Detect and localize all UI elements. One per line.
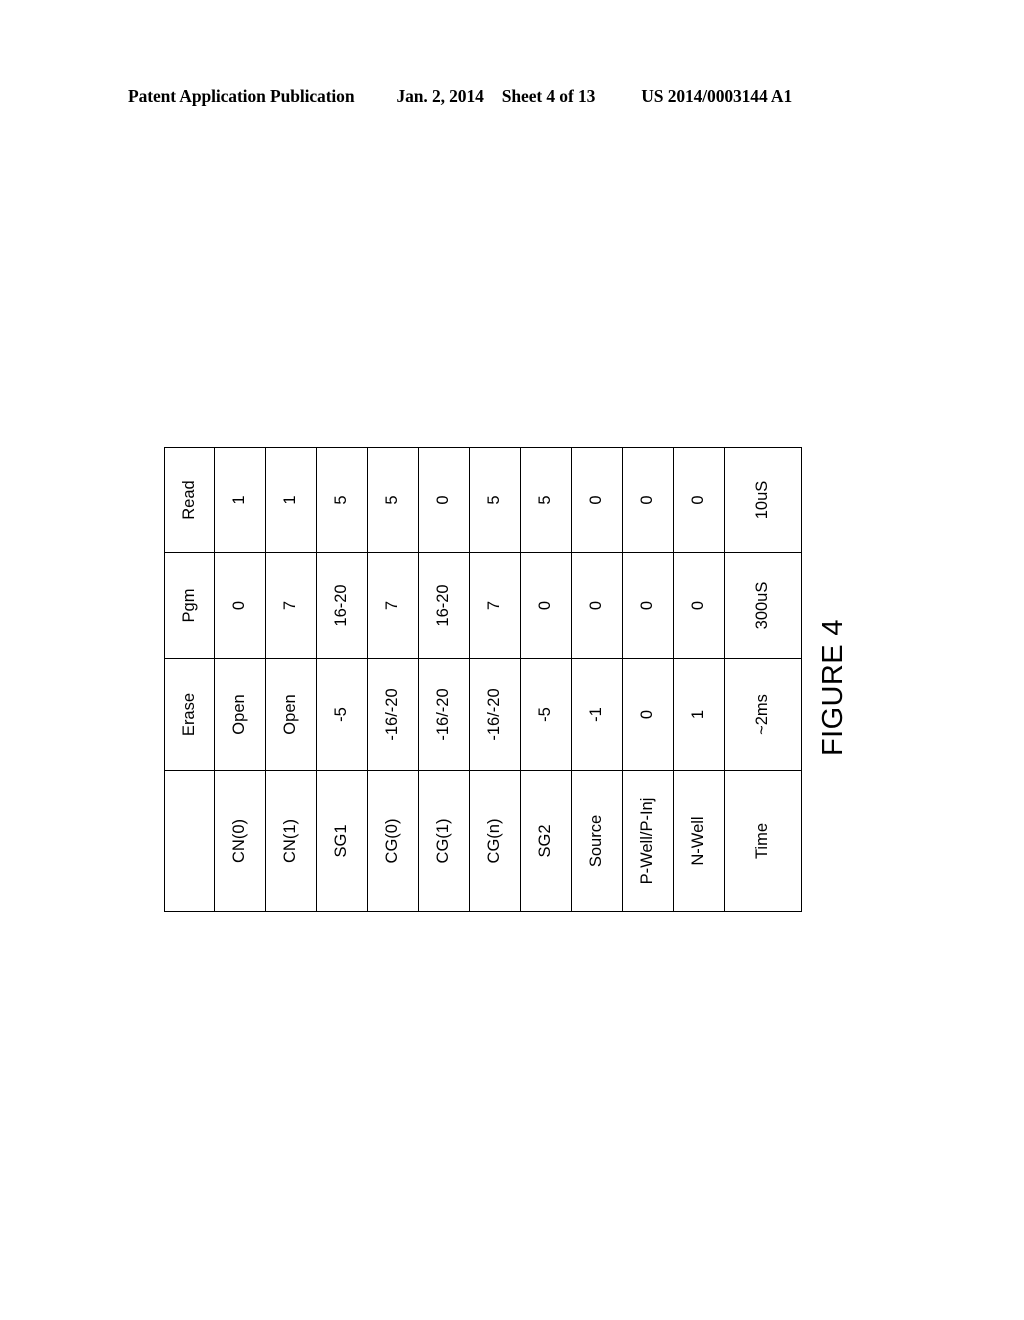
row-label: Time [724, 770, 802, 912]
table-row: Time ~2ms 300uS 10uS [724, 447, 802, 912]
table-row: SG1 -5 16-20 5 [316, 447, 368, 912]
cell-pgm: 7 [469, 552, 521, 659]
row-label: CG(0) [367, 770, 419, 912]
cell-erase: -5 [316, 658, 368, 771]
cell-erase: -16/-20 [367, 658, 419, 771]
cell-erase: 0 [622, 658, 674, 771]
table-row: CG(n) -16/-20 7 5 [469, 447, 521, 912]
cell-read: 5 [520, 447, 572, 553]
table-row: CN(1) Open 7 1 [265, 447, 317, 912]
cell-pgm: 16-20 [418, 552, 470, 659]
cell-pgm: 0 [520, 552, 572, 659]
operating-bias-table: Erase Pgm Read CN(0) Open 0 1 CN(1) Open… [164, 447, 802, 912]
cell-pgm: 300uS [724, 552, 802, 659]
cell-read: 0 [622, 447, 674, 553]
cell-erase: ~2ms [724, 658, 802, 771]
cell-read: 0 [418, 447, 470, 553]
figure-4-region: Erase Pgm Read CN(0) Open 0 1 CN(1) Open… [0, 0, 1024, 1320]
row-label: P-Well/P-Inj [622, 770, 674, 912]
cell-erase: -5 [520, 658, 572, 771]
table-corner-cell [164, 770, 215, 912]
row-label: CN(0) [214, 770, 266, 912]
cell-read: 5 [469, 447, 521, 553]
cell-erase: -16/-20 [418, 658, 470, 771]
cell-erase: Open [265, 658, 317, 771]
cell-read: 0 [571, 447, 623, 553]
cell-erase: -1 [571, 658, 623, 771]
cell-erase: -16/-20 [469, 658, 521, 771]
cell-pgm: 0 [673, 552, 725, 659]
row-label: CN(1) [265, 770, 317, 912]
column-header-pgm: Pgm [164, 552, 215, 659]
cell-pgm: 7 [367, 552, 419, 659]
cell-erase: 1 [673, 658, 725, 771]
table-row: SG2 -5 0 5 [520, 447, 572, 912]
cell-pgm: 0 [622, 552, 674, 659]
column-header-erase: Erase [164, 658, 215, 771]
table-row: CG(0) -16/-20 7 5 [367, 447, 419, 912]
table-row: Source -1 0 0 [571, 447, 623, 912]
figure-caption: FIGURE 4 [816, 619, 849, 756]
cell-read: 1 [214, 447, 266, 553]
table-header-row: Erase Pgm Read [164, 447, 215, 912]
cell-pgm: 0 [571, 552, 623, 659]
cell-read: 10uS [724, 447, 802, 553]
bias-table-rotator: Erase Pgm Read CN(0) Open 0 1 CN(1) Open… [164, 447, 802, 912]
cell-pgm: 0 [214, 552, 266, 659]
row-label: SG1 [316, 770, 368, 912]
row-label: SG2 [520, 770, 572, 912]
cell-pgm: 7 [265, 552, 317, 659]
row-label: Source [571, 770, 623, 912]
cell-read: 0 [673, 447, 725, 553]
row-label: CG(n) [469, 770, 521, 912]
table-row: P-Well/P-Inj 0 0 0 [622, 447, 674, 912]
row-label: CG(1) [418, 770, 470, 912]
column-header-read: Read [164, 447, 215, 553]
cell-read: 5 [367, 447, 419, 553]
cell-read: 1 [265, 447, 317, 553]
cell-pgm: 16-20 [316, 552, 368, 659]
table-row: CN(0) Open 0 1 [214, 447, 266, 912]
cell-erase: Open [214, 658, 266, 771]
table-row: CG(1) -16/-20 16-20 0 [418, 447, 470, 912]
table-row: N-Well 1 0 0 [673, 447, 725, 912]
cell-read: 5 [316, 447, 368, 553]
row-label: N-Well [673, 770, 725, 912]
